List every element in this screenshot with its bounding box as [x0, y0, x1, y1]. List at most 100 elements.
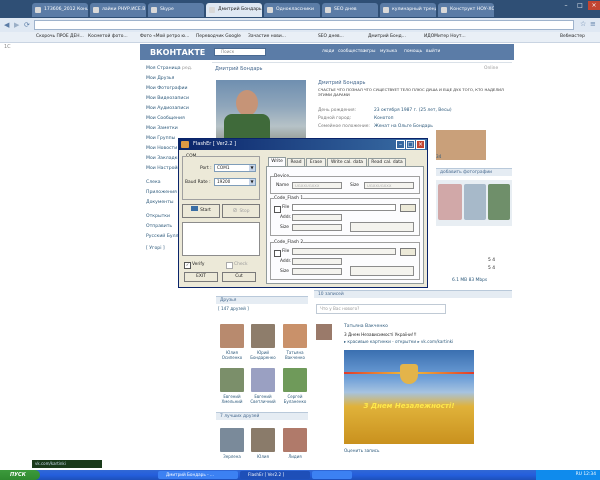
best-friends-header[interactable]: 7 лучших друзей — [216, 412, 308, 420]
friend-name[interactable]: Сергей Буланенко — [281, 394, 309, 404]
friend-name[interactable]: Зерлена — [218, 454, 246, 459]
friend-avatar[interactable] — [283, 324, 307, 348]
browser-tab[interactable]: лайки РНУР.ИСЕ.В — [90, 3, 146, 17]
post-author-avatar[interactable] — [316, 324, 332, 340]
bookmark-item[interactable]: Переводчик Google — [196, 32, 241, 42]
side-photo-1[interactable] — [436, 130, 486, 160]
taskbar-task[interactable]: FlashEr [ Ver2.2 ] — [240, 471, 310, 479]
left-menu-item[interactable]: Мои Аудиозаписи — [146, 106, 189, 111]
left-menu-item[interactable]: Мои Друзья — [146, 76, 174, 81]
friends-header[interactable]: Друзья — [216, 296, 308, 304]
browser-tab[interactable]: 173606_2012 Концерт — [32, 3, 88, 17]
browser-tab[interactable]: Одноклассники — [264, 3, 320, 17]
friend-name[interactable]: Юрий Бондаренко — [249, 350, 277, 360]
post-author[interactable]: Татьяна Вакченко — [344, 324, 388, 329]
left-menu-item[interactable]: Мои Заметки — [146, 126, 178, 131]
close-window-button[interactable]: × — [588, 1, 600, 10]
friend-avatar[interactable] — [283, 368, 307, 392]
verify-checkbox[interactable]: ✓ — [184, 262, 191, 269]
bookmark-item[interactable]: Вебмастер — [560, 32, 585, 42]
friend-name[interactable]: Юлия Осипенко — [218, 350, 246, 360]
friend-name[interactable]: Юлия — [249, 454, 277, 459]
log-area[interactable] — [182, 222, 260, 256]
taskbar-task[interactable] — [312, 471, 352, 479]
back-icon[interactable]: ◀ — [4, 21, 9, 29]
port-select[interactable]: COM1 ▼ — [214, 164, 256, 172]
size1-field[interactable] — [292, 224, 342, 231]
taskbar-task[interactable]: Дмитрий Бондарь - ... — [158, 471, 238, 479]
forward-icon[interactable]: ▶ — [14, 21, 19, 29]
file2-checkbox[interactable] — [274, 250, 281, 257]
url-input[interactable] — [34, 20, 574, 30]
minimize-button[interactable]: – — [560, 1, 572, 10]
dialog-title[interactable]: FlashEr [ Ver2.2 ] — [179, 139, 427, 150]
bookmark-item[interactable]: Фото «Мой ретро ю... — [140, 32, 189, 42]
browser-tab[interactable]: кулинарный тренд — [380, 3, 436, 17]
bookmark-item[interactable]: Дмитрий Бонд... — [368, 32, 406, 42]
dialog-maximize-button[interactable]: □ — [406, 140, 415, 149]
left-menu-item[interactable]: Мои Группы — [146, 136, 175, 141]
friend-avatar[interactable] — [220, 368, 244, 392]
file2-browse-button[interactable] — [400, 248, 416, 256]
star-icon[interactable]: ☆ — [580, 20, 586, 28]
vk-nav-item[interactable]: сообщества — [338, 48, 366, 56]
browser-tab[interactable]: SEO днев — [322, 3, 378, 17]
file1-input[interactable] — [292, 204, 396, 211]
left-menu-item[interactable]: Открытки — [146, 214, 170, 219]
file2-input[interactable] — [292, 248, 396, 255]
friend-avatar[interactable] — [283, 428, 307, 452]
left-menu-item[interactable]: Мои Закладки — [146, 156, 180, 161]
left-menu-item[interactable]: Приложения — [146, 190, 177, 195]
vk-nav-item[interactable]: выйти — [426, 48, 440, 56]
friend-name[interactable]: Лидия — [281, 454, 309, 459]
friend-avatar[interactable] — [220, 428, 244, 452]
friend-avatar[interactable] — [220, 324, 244, 348]
bookmark-item[interactable]: SEO днев... — [318, 32, 344, 42]
stop-button[interactable]: ⊘ Stop — [222, 204, 260, 218]
friend-name[interactable]: Евгений Хмельний — [218, 394, 246, 404]
vk-nav-item[interactable]: игры — [364, 48, 375, 56]
file1-checkbox[interactable] — [274, 206, 281, 213]
left-menu-item[interactable]: Мои Видеозаписи — [146, 96, 189, 101]
bookmark-item[interactable]: Косметой фото... — [88, 32, 128, 42]
language-indicator[interactable]: RU — [576, 472, 582, 477]
vk-logo[interactable]: ВКОНТАКТЕ — [150, 48, 205, 57]
browser-tab[interactable]: Skype — [148, 3, 204, 17]
file1-browse-button[interactable] — [400, 204, 416, 212]
baud-select[interactable]: 19200 ▼ — [214, 178, 256, 186]
maximize-button[interactable]: □ — [574, 1, 586, 10]
left-menu-item[interactable]: Моя Страница ред. — [146, 66, 192, 71]
size2-field[interactable] — [292, 268, 342, 275]
wall-header[interactable]: 10 записей — [314, 290, 512, 298]
friend-avatar[interactable] — [251, 368, 275, 392]
browser-tab[interactable]: Конструкт НОУ-ХОУ — [438, 3, 494, 17]
post-text-2[interactable]: ▸ красивые картинки - открытки ▸ vk.com/… — [344, 339, 453, 344]
vk-search-input[interactable]: Поиск — [214, 48, 266, 56]
bookmark-item[interactable]: Скорочь ПРОЕ ДЕН... — [36, 32, 84, 42]
left-menu-item[interactable]: [ Угорі ] — [146, 246, 165, 251]
addr2-field[interactable] — [292, 258, 342, 265]
vk-nav-item[interactable]: музыка — [380, 48, 397, 56]
profile-photo[interactable] — [216, 80, 306, 146]
vk-nav-item[interactable]: помощь — [404, 48, 422, 56]
edit-link[interactable]: ред. — [182, 66, 192, 71]
friend-avatar[interactable] — [251, 428, 275, 452]
left-menu-item[interactable]: Мои Сообщения — [146, 116, 185, 121]
dialog-close-button[interactable]: × — [416, 140, 425, 149]
check-checkbox[interactable] — [226, 262, 233, 269]
left-menu-item[interactable]: Отправить — [146, 224, 172, 229]
left-menu-item[interactable]: Русский Булл — [146, 234, 179, 239]
post-image[interactable]: З Днем Незалежності! — [344, 350, 474, 444]
addr1-field[interactable] — [292, 214, 342, 221]
left-menu-item[interactable]: Мои Фотографии — [146, 86, 188, 91]
start-button[interactable]: ПУСК — [0, 470, 40, 480]
bookmark-item[interactable]: ИДОМитер Ноут... — [424, 32, 466, 42]
left-menu-item[interactable]: Документы — [146, 200, 174, 205]
friends-count[interactable]: [ 147 друзей ] — [218, 306, 249, 311]
menu-icon[interactable]: ≡ — [590, 20, 596, 28]
dialog-minimize-button[interactable]: – — [396, 140, 405, 149]
friend-name[interactable]: Евгений Светличний — [249, 394, 277, 404]
left-menu-item[interactable]: Мои Новости — [146, 146, 177, 151]
browser-tab[interactable]: Дмитрий Бондарь — [206, 3, 262, 17]
friend-avatar[interactable] — [251, 324, 275, 348]
